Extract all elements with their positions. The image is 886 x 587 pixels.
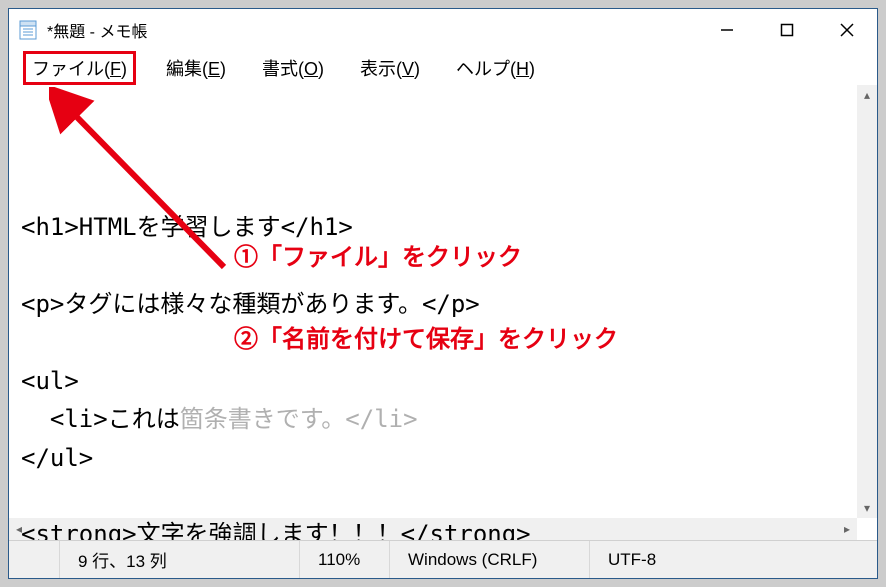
editor-textarea[interactable]: <h1>HTMLを学習します</h1> <p>タグには様々な種類があります。</… (9, 85, 877, 540)
menu-help[interactable]: ヘルプ(H) (450, 53, 541, 83)
editor-line: <li>これは (21, 405, 180, 433)
minimize-button[interactable] (697, 9, 757, 51)
editor-line: <ul> (21, 367, 79, 395)
annotation-step-2: ②「名前を付けて保存」をクリック (234, 319, 618, 354)
titlebar: *無題 - メモ帳 (9, 9, 877, 51)
status-pad (9, 541, 59, 578)
window-title: *無題 - メモ帳 (47, 18, 147, 42)
editor-line-dim: 箇条書きです。</li> (180, 405, 418, 433)
menu-format[interactable]: 書式(O) (256, 53, 330, 83)
editor-line: <p>タグには様々な種類があります。</p> (21, 290, 480, 318)
statusbar: 9 行、13 列 110% Windows (CRLF) UTF-8 (9, 540, 877, 578)
menu-file[interactable]: ファイル(F) (23, 51, 136, 85)
status-zoom: 110% (299, 541, 389, 578)
notepad-icon (17, 19, 39, 41)
notepad-window: *無題 - メモ帳 ファイル(F) 編集(E) 書式(O) 表示(V) ヘルプ(… (8, 8, 878, 579)
annotation-step-1: ①「ファイル」をクリック (234, 237, 522, 272)
scroll-up-icon[interactable]: ▴ (857, 85, 877, 105)
maximize-button[interactable] (757, 9, 817, 51)
status-line-ending: Windows (CRLF) (389, 541, 589, 578)
status-position: 9 行、13 列 (59, 541, 299, 578)
menu-view[interactable]: 表示(V) (354, 53, 426, 83)
editor-line: </ul> (21, 444, 93, 472)
editor-line: <strong>文字を強調します！！！</strong> (21, 520, 531, 540)
editor-content: <h1>HTMLを学習します</h1> <p>タグには様々な種類があります。</… (21, 170, 865, 540)
status-encoding: UTF-8 (589, 541, 877, 578)
close-button[interactable] (817, 9, 877, 51)
menu-edit[interactable]: 編集(E) (160, 53, 232, 83)
menubar: ファイル(F) 編集(E) 書式(O) 表示(V) ヘルプ(H) (9, 51, 877, 85)
